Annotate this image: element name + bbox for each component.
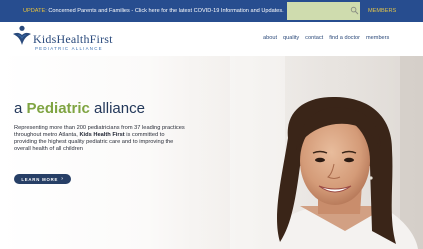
chevron-right-icon: › bbox=[61, 176, 64, 182]
update-tag: UPDATE: bbox=[23, 8, 47, 14]
hero-title-prefix: a bbox=[14, 100, 27, 117]
learn-more-label: LEARN MORE bbox=[21, 176, 59, 182]
hero-title-accent: Pediatric bbox=[26, 100, 90, 117]
logo-mark-icon bbox=[13, 25, 31, 45]
nav-members[interactable]: members bbox=[366, 35, 389, 45]
covid-update-link[interactable]: UPDATE: Concerned Parents and Families -… bbox=[23, 0, 284, 22]
members-top-link[interactable]: MEMBERS bbox=[368, 0, 396, 22]
nav-find-a-doctor[interactable]: find a doctor bbox=[329, 35, 360, 45]
site-logo[interactable]: KidsHealthFirst PEDIATRIC ALLIANCE bbox=[12, 25, 127, 55]
search-box bbox=[287, 2, 360, 20]
nav-about[interactable]: about bbox=[263, 35, 277, 45]
announcement-bar: UPDATE: Concerned Parents and Families -… bbox=[0, 0, 423, 22]
logo-tagline: PEDIATRIC ALLIANCE bbox=[35, 46, 103, 51]
update-message: Concerned Parents and Families - Click h… bbox=[46, 8, 284, 14]
hero-description: Representing more than 200 pediatricians… bbox=[14, 125, 189, 153]
nav-quality[interactable]: quality bbox=[283, 35, 299, 45]
learn-more-button[interactable]: LEARN MORE › bbox=[14, 174, 71, 184]
search-icon[interactable] bbox=[350, 6, 359, 15]
hero-section: a Pediatric alliance Representing more t… bbox=[0, 56, 423, 249]
nav-contact[interactable]: contact bbox=[305, 35, 323, 45]
logo-name: KidsHealthFirst bbox=[33, 32, 113, 46]
hero-copy-brand: Kids Health First bbox=[79, 132, 125, 139]
main-nav: about quality contact find a doctor memb… bbox=[263, 35, 389, 45]
hero-title: a Pediatric alliance bbox=[14, 100, 145, 117]
search-input[interactable] bbox=[290, 5, 346, 17]
hero-title-suffix: alliance bbox=[89, 100, 145, 117]
